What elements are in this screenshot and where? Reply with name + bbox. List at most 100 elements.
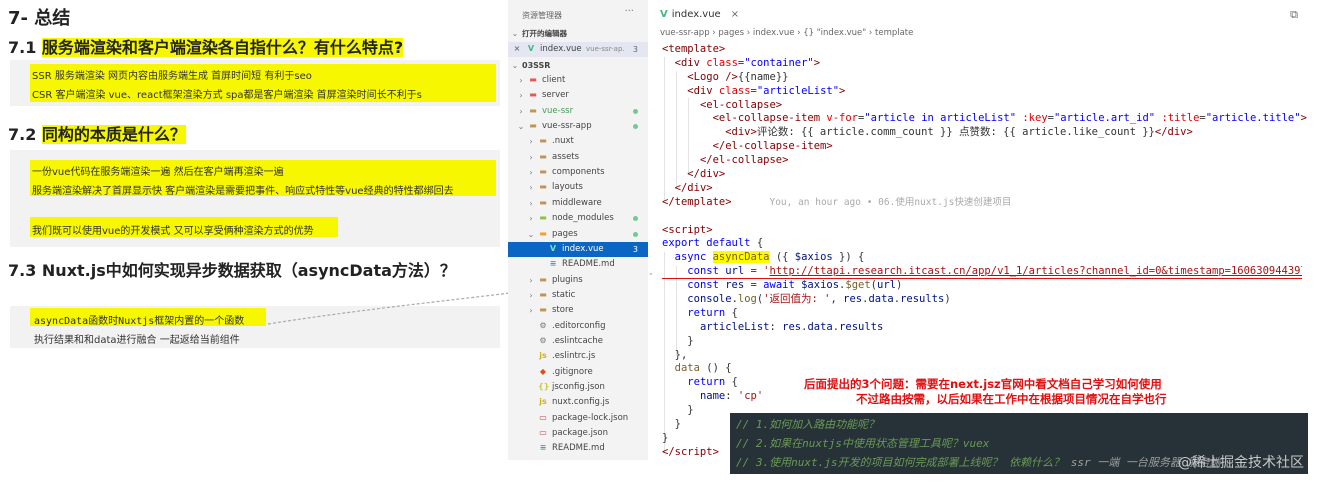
tree-item-label: nuxt.config.js [552,397,610,408]
tree-folder[interactable]: › ▬ components [508,165,648,180]
tree-folder[interactable]: ⌄ ▬ vue-ssr-app [508,119,648,134]
tree-item-label: pages [552,228,578,239]
tree-item-label: node_modules [552,213,614,224]
tree-file[interactable]: js .eslintrc.js [508,349,648,364]
code-line: return { [687,306,738,319]
code-line: </template> You, an hour ago • 06.使用nuxt… [662,195,1012,208]
tree-folder[interactable]: › ▬ assets [508,150,648,165]
file-explorer: 资源管理器 ··· ⌄ 打开的编辑器 × V index.vue vue-ssr… [508,0,648,460]
tree-file[interactable]: ◆ .gitignore [508,365,648,380]
json-icon: {} [538,382,550,391]
tab-index-vue[interactable]: Vindex.vue × [652,4,748,26]
folder-icon: ▬ [539,289,547,299]
folder-icon: ▬ [539,167,547,177]
tree-item-label: components [552,167,605,178]
api-url[interactable]: http://ttapi.research.itcast.cn/app/v1_1… [770,265,1303,277]
code-line: const res = await $axios.$get(url) [687,279,903,292]
folder-icon: ▬ [539,151,547,161]
tree-item-label: jsconfig.json [552,382,605,392]
code-line: articleList: res.data.results [699,320,884,333]
tree-file[interactable]: ≡ README.md [508,257,648,272]
tree-item-label: client [542,75,566,85]
tree-file[interactable]: js nuxt.config.js [508,395,648,410]
tree-folder[interactable]: › ▬ client [508,73,648,88]
tree-item-label: .gitignore [552,366,593,377]
tree-item-label: package-lock.json [552,412,629,423]
tree-item-label: plugins [552,274,583,285]
modified-dot [633,108,638,114]
code-line: </el-collapse> [699,154,789,167]
npm-icon: ▭ [539,428,547,438]
code-line: <div class="container"> [674,56,821,69]
code-line: </el-collapse-item> [712,140,833,153]
tree-folder[interactable]: › ▬ middleware [508,196,648,211]
chevron-right-icon: › [519,76,523,85]
code-line: <div>评论数: {{ article.comm_count }} 点赞数: … [725,126,1193,139]
tree-item-label: middleware [552,197,602,208]
tree-folder[interactable]: › ▬ vue-ssr [508,104,648,119]
tree-folder[interactable]: › ▬ server [508,88,648,103]
tree-item-label: README.md [562,259,615,270]
annotation-line-1: 后面提出的3个问题：需要在next.jsz官网中看文档自己学习如何使用 [804,377,1162,391]
code-line: console.log('返回值为: ', res.data.results) [687,293,951,306]
tree-folder[interactable]: › ▬ node_modules [508,211,648,226]
tree-file[interactable]: ▭ package-lock.json [508,411,648,426]
question-1: // 1.如何加入路由功能呢？ [736,418,880,431]
tree-file[interactable]: Vindex.vue 3 [508,241,648,257]
folder-icon: ▬ [529,121,537,131]
modified-dot [633,216,638,222]
chevron-right-icon: › [519,91,523,101]
tree-folder[interactable]: › ▬ store [508,303,648,318]
code-line: <div class="articleList"> [687,84,846,97]
folder-icon: ▬ [539,182,547,192]
tree-file[interactable]: ⚙ .eslintcache [508,334,648,349]
more-icon[interactable]: ··· [624,6,634,17]
tree-folder[interactable]: ⌄ ▬ pages [508,227,648,242]
tree-item-label: store [552,305,574,316]
js-file-icon: js [539,397,547,407]
tree-folder[interactable]: › ▬ .nuxt [508,134,648,149]
split-editor-icon[interactable]: ⧉ [1290,8,1298,22]
code-line: <el-collapse-item v-for="article in arti… [712,112,1307,125]
tab-close-icon[interactable]: × [731,9,739,20]
tree-file[interactable]: ▭ package.json [508,426,648,441]
close-icon[interactable]: × [512,44,522,54]
tree-folder[interactable]: › ▬ layouts [508,180,648,195]
open-editor-path: vue-ssr-ap. [586,45,625,53]
breadcrumb[interactable]: vue-ssr-app › pages › index.vue › {} "in… [660,28,913,38]
git-icon: ◆ [539,366,547,376]
tree-item-label: index.vue [562,243,604,254]
folder-icon: ▬ [539,213,547,223]
tree-item-label: .eslintrc.js [552,351,596,362]
tree-file[interactable]: ⚙ .editorconfig [508,319,648,334]
folder-icon: ▬ [539,274,547,284]
chevron-down-icon: ⌄ [511,61,519,70]
tree-file[interactable]: ≡ README.md [508,441,648,456]
workspace-root[interactable]: ⌄ 03SSR [508,58,648,73]
chevron-right-icon: › [529,183,533,193]
folder-icon: ▬ [529,105,537,115]
chevron-right-icon: › [529,152,533,162]
open-editor-item[interactable]: × V index.vue vue-ssr-ap. 3 [508,42,648,57]
code-line: <Logo />{{name}} [687,70,789,83]
tree-folder[interactable]: › ▬ plugins [508,273,648,288]
config-icon: ⚙ [539,320,547,330]
vue-file-icon: V [660,9,668,20]
markdown-icon: ≡ [549,259,557,269]
modified-dot [633,124,638,130]
tree-file[interactable]: {} jsconfig.json [508,380,648,395]
code-line: data () { [674,362,732,375]
open-editors-section[interactable]: ⌄ 打开的编辑器 [508,26,648,41]
config-icon: ⚙ [539,335,547,345]
question-2: // 2.如果在nuxtjs中使用状态管理工具呢？vuex [736,437,990,450]
tree-folder[interactable]: › ▬ static [508,288,648,303]
problem-badge: 3 [632,244,638,254]
chevron-right-icon: › [529,275,533,285]
chevron-right-icon: › [529,290,533,300]
code-line: const url = 'http://ttapi.research.itcas… [662,265,1303,280]
tree-item-label: static [552,289,576,300]
tree-item-label: .eslintcache [552,335,603,346]
tree-item-label: server [542,90,569,101]
tab-label: index.vue [671,9,721,20]
